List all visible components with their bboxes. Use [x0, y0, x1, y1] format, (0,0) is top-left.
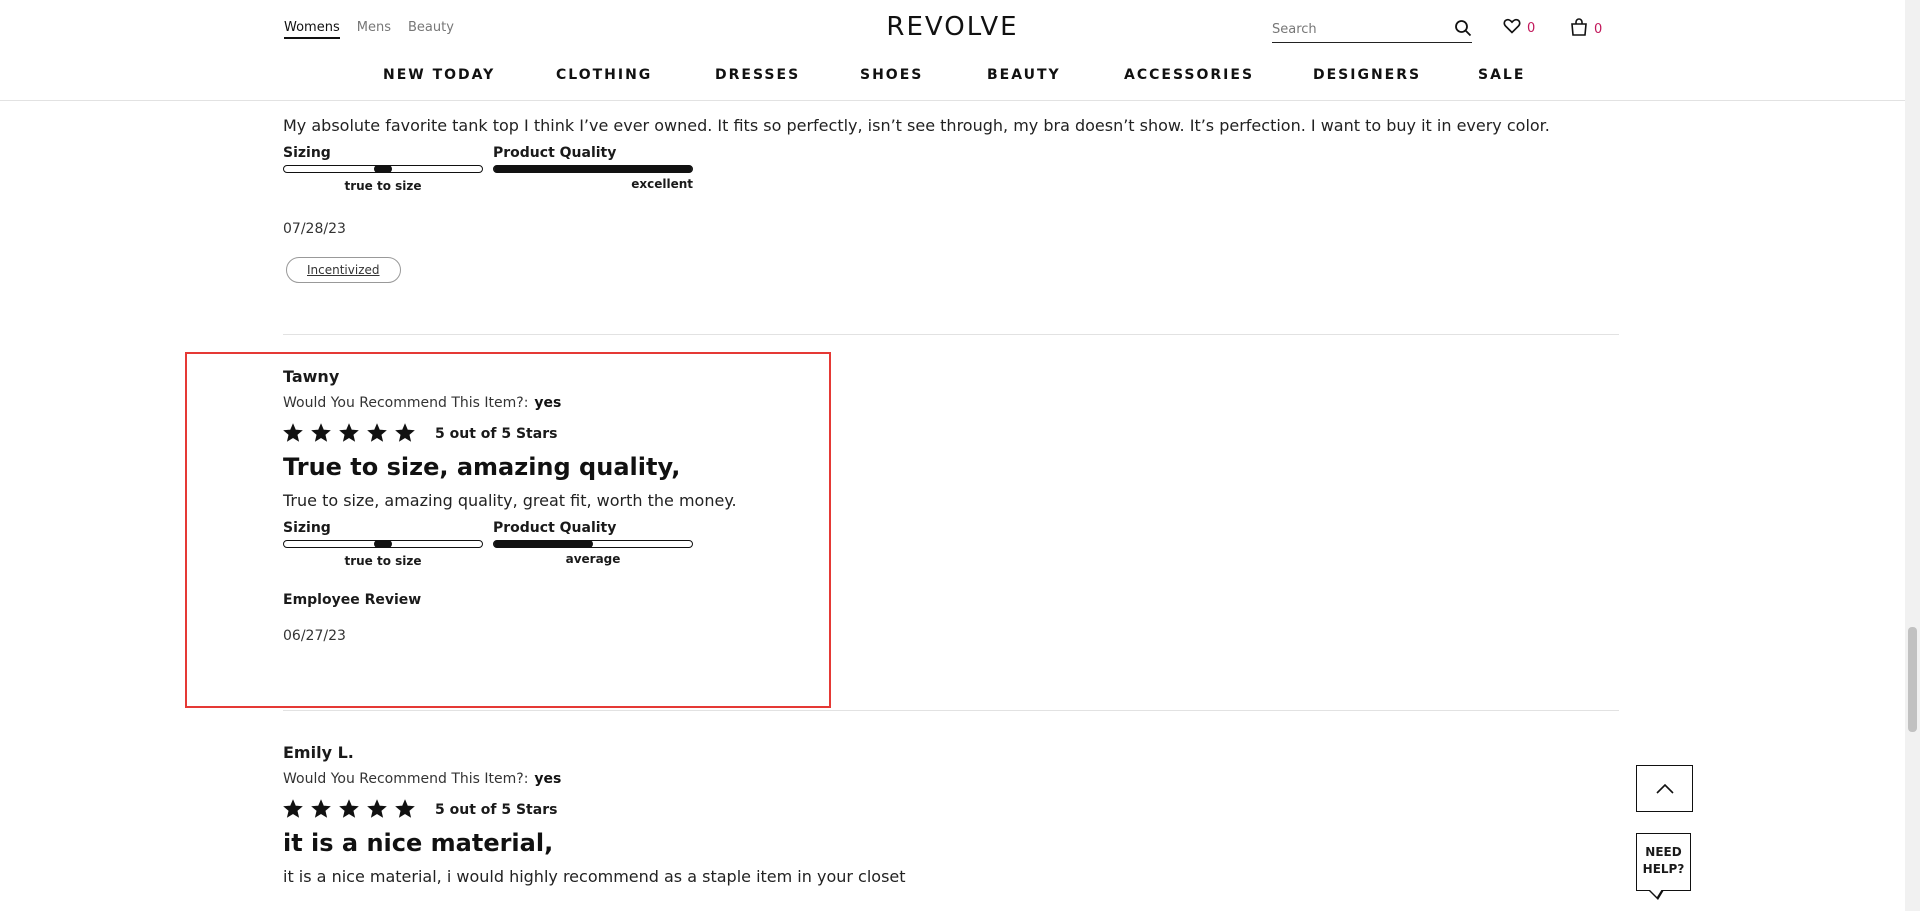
- sizing-rating: Sizing true to size: [283, 145, 483, 193]
- recommend-value: yes: [534, 771, 562, 787]
- wishlist-count: 0: [1527, 20, 1536, 36]
- employee-review-label: Employee Review: [283, 591, 422, 608]
- sizing-track: [283, 539, 483, 548]
- incentivized-badge[interactable]: Incentivized: [286, 256, 401, 283]
- nav-shoes[interactable]: SHOES: [860, 67, 923, 83]
- review-divider: [283, 334, 1619, 335]
- scrollbar-thumb[interactable]: [1908, 627, 1917, 732]
- quality-track: [493, 539, 693, 548]
- recommend-label: Would You Recommend This Item?:: [283, 771, 529, 787]
- quality-rating: Product Quality excellent: [493, 145, 693, 193]
- help-line-2: HELP?: [1642, 862, 1685, 876]
- star-icon: [311, 423, 339, 445]
- sizing-marker: [374, 539, 392, 548]
- bag-button[interactable]: 0: [1570, 18, 1602, 40]
- star-icon: [367, 423, 395, 445]
- review-date: 06/27/23: [283, 627, 346, 644]
- recommend-label: Would You Recommend This Item?:: [283, 395, 529, 411]
- quality-fill: [494, 539, 593, 548]
- nav-accessories[interactable]: ACCESSORIES: [1124, 67, 1254, 83]
- review-divider: [283, 710, 1619, 711]
- quality-fill: [494, 164, 692, 173]
- quality-label: Product Quality: [493, 519, 617, 536]
- star-icon: [339, 799, 367, 821]
- tab-beauty[interactable]: Beauty: [408, 20, 454, 39]
- nav-clothing[interactable]: CLOTHING: [556, 67, 652, 83]
- quality-rating: Product Quality average: [493, 520, 693, 568]
- sizing-label: Sizing: [283, 144, 331, 161]
- sizing-track: [283, 164, 483, 173]
- gender-nav: Womens Mens Beauty: [284, 20, 454, 39]
- review-body: True to size, amazing quality, great fit…: [283, 491, 737, 510]
- quality-label: Product Quality: [493, 144, 617, 161]
- review-item: Tawny Would You Recommend This Item?: yes…: [283, 367, 1619, 644]
- star-icon: [311, 799, 339, 821]
- reviewer-name: Tawny: [283, 367, 340, 386]
- chat-bubble-tail-inner: [1649, 889, 1662, 897]
- tab-womens[interactable]: Womens: [284, 20, 340, 39]
- quality-track: [493, 164, 693, 173]
- recommend-line: Would You Recommend This Item?: yes: [283, 395, 1619, 411]
- chevron-up-icon: [1655, 779, 1674, 798]
- sizing-caption: true to size: [344, 178, 422, 193]
- review-item: Emily L. Would You Recommend This Item?:…: [283, 743, 1619, 888]
- star-rating: 5 out of 5 Stars: [283, 423, 1619, 445]
- star-icon: [367, 799, 395, 821]
- star-icon: [395, 799, 423, 821]
- star-icon: [283, 799, 311, 821]
- nav-beauty[interactable]: BEAUTY: [987, 67, 1061, 83]
- review-ratings: Sizing true to size Product Quality aver…: [283, 520, 1619, 568]
- search-icon[interactable]: [1454, 19, 1472, 41]
- sizing-marker: [374, 164, 392, 173]
- star-icon: [283, 423, 311, 445]
- nav-new-today[interactable]: NEW TODAY: [383, 67, 495, 83]
- tab-mens[interactable]: Mens: [357, 20, 391, 39]
- bag-count: 0: [1594, 21, 1603, 37]
- nav-designers[interactable]: DESIGNERS: [1313, 67, 1421, 83]
- review-ratings: Sizing true to size Product Quality exce…: [283, 145, 1619, 193]
- help-line-1: NEED: [1645, 845, 1682, 859]
- recommend-line: Would You Recommend This Item?: yes: [283, 771, 1619, 787]
- nav-dresses[interactable]: DRESSES: [715, 67, 800, 83]
- review-date: 07/28/23: [283, 220, 346, 237]
- review-body: it is a nice material, i would highly re…: [283, 867, 906, 886]
- search-input[interactable]: [1272, 18, 1442, 41]
- quality-caption: average: [565, 551, 621, 566]
- recommend-value: yes: [534, 395, 562, 411]
- star-icon: [395, 423, 423, 445]
- sizing-rating: Sizing true to size: [283, 520, 483, 568]
- review-item: My absolute favorite tank top I think I’…: [283, 116, 1619, 283]
- wishlist-button[interactable]: 0: [1503, 18, 1535, 38]
- main-nav: NEW TODAY CLOTHING DRESSES SHOES BEAUTY …: [0, 67, 1905, 89]
- heart-icon: [1503, 18, 1521, 38]
- nav-sale[interactable]: SALE: [1478, 67, 1525, 83]
- star-icon: [339, 423, 367, 445]
- need-help-button[interactable]: NEED HELP?: [1636, 833, 1691, 891]
- review-body: My absolute favorite tank top I think I’…: [283, 116, 1550, 135]
- star-rating: 5 out of 5 Stars: [283, 799, 1619, 821]
- sizing-label: Sizing: [283, 519, 331, 536]
- page-scrollbar[interactable]: [1905, 0, 1920, 911]
- shopping-bag-icon: [1570, 18, 1588, 40]
- site-header: Womens Mens Beauty REVOLVE 0 0 NEW TODAY…: [0, 0, 1905, 101]
- search-box: [1272, 18, 1472, 43]
- reviewer-name: Emily L.: [283, 743, 354, 762]
- site-logo[interactable]: REVOLVE: [880, 12, 1025, 42]
- rating-label: 5 out of 5 Stars: [435, 426, 558, 442]
- back-to-top-button[interactable]: [1636, 765, 1693, 812]
- review-title: it is a nice material,: [283, 829, 554, 857]
- sizing-caption: true to size: [344, 553, 422, 568]
- quality-caption: excellent: [631, 176, 693, 191]
- rating-label: 5 out of 5 Stars: [435, 802, 558, 818]
- review-title: True to size, amazing quality,: [283, 453, 681, 481]
